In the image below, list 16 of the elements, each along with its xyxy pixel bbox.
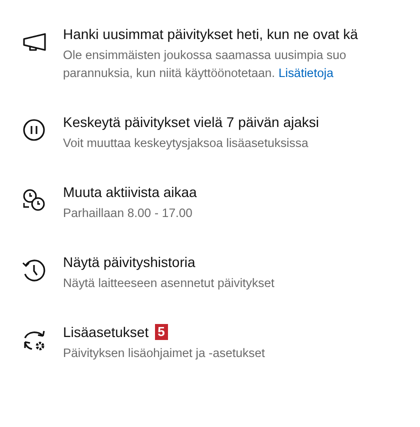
option-title[interactable]: Muuta aktiivista aikaa <box>63 184 197 200</box>
option-description: parannuksia, kun niitä käyttöönotetaan. Lisätietoja <box>63 65 334 82</box>
megaphone-icon <box>20 30 48 54</box>
number-badge: 5 <box>154 324 168 340</box>
option-title[interactable]: Hanki uusimmat päivitykset heti, kun ne ovat kä <box>63 26 358 42</box>
pause-icon <box>20 118 48 142</box>
option-title[interactable]: Näytä päivityshistoria <box>63 254 196 270</box>
option-description: Ole ensimmäisten joukossa saamassa uusimpia suo <box>63 47 348 64</box>
option-description: Voit muuttaa keskeytysjaksoa lisäasetuksissa <box>63 135 310 152</box>
option-title[interactable]: Lisäasetukset <box>63 324 149 340</box>
option-description: Parhaillaan 8.00 - 17.00 <box>63 205 194 222</box>
history-icon <box>20 258 48 282</box>
option-description: Näytä laitteeseen asennetut päivitykset <box>63 275 274 292</box>
option-title[interactable]: Keskeytä päivitykset vielä 7 päivän ajaksi <box>63 114 320 130</box>
learn-more-link[interactable]: Lisätietoja <box>278 66 334 80</box>
option-description: Päivityksen lisäohjaimet ja -asetukset <box>63 345 265 362</box>
